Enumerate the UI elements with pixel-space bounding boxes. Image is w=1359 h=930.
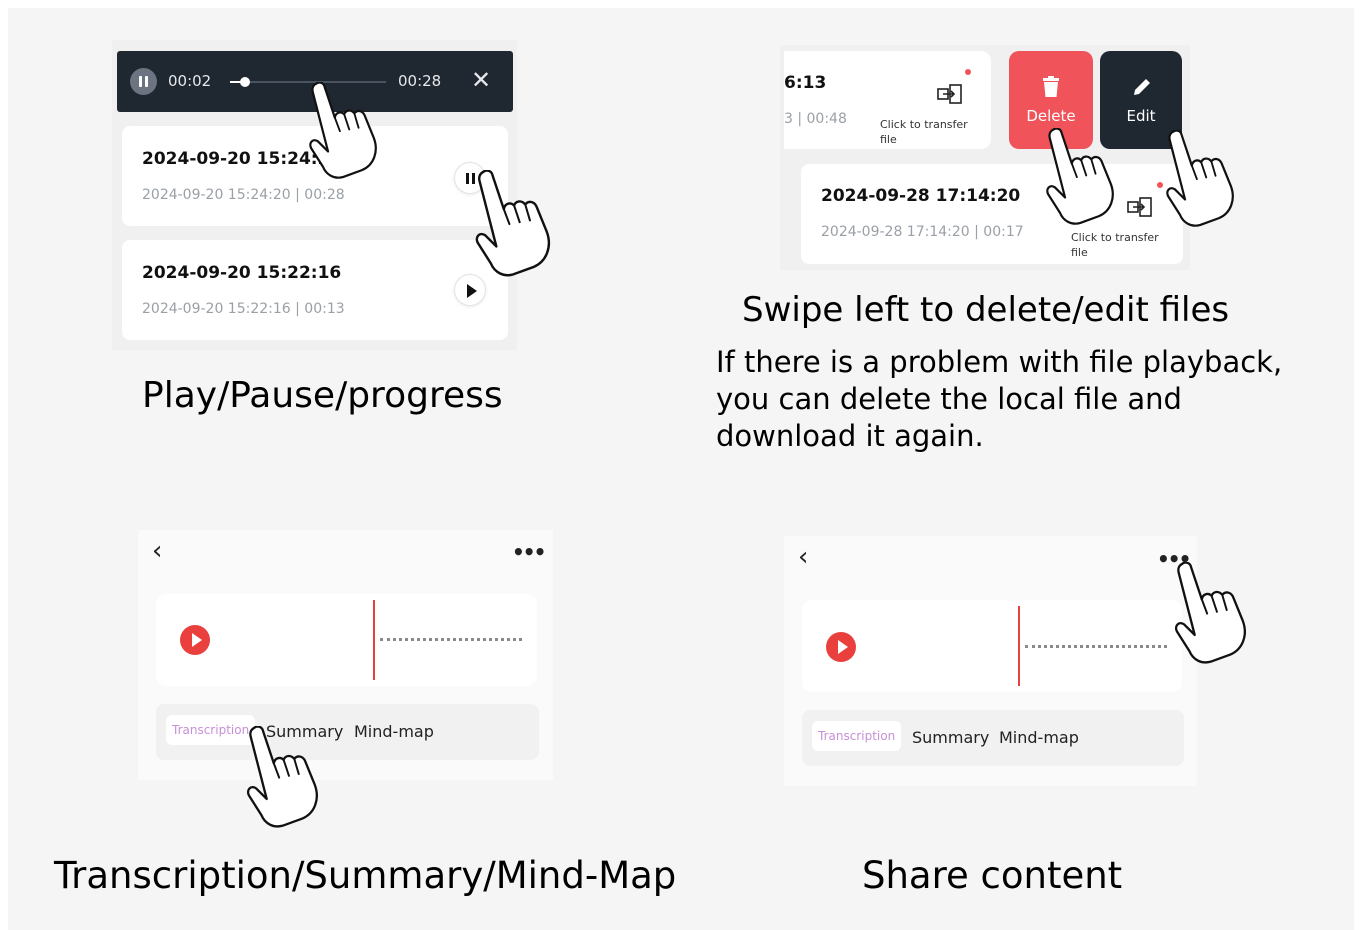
play-icon[interactable] — [826, 632, 856, 662]
play-icon[interactable] — [180, 625, 210, 655]
recording-subtitle: 2024-09-28 17:14:20 | 00:17 — [821, 224, 1024, 240]
recording-item-swiped[interactable]: 6:13 3 | 00:48 Click to transfer file — [784, 51, 991, 149]
recording-item[interactable]: 2024-09-20 15:22:16 2024-09-20 15:22:16 … — [122, 240, 508, 340]
pause-icon[interactable] — [130, 68, 157, 95]
edit-label: Edit — [1126, 107, 1156, 125]
close-icon[interactable]: ✕ — [471, 66, 491, 94]
tab-bar: Transcription Summary Mind-map — [802, 710, 1184, 766]
caption-swipe: Swipe left to delete/edit files — [742, 290, 1230, 330]
transfer-hint-line2: file — [880, 133, 897, 146]
transfer-hint: Click to transfer — [1071, 231, 1159, 244]
waveform-card — [802, 600, 1182, 692]
recording-title: 2024-09-20 15:22:16 — [142, 263, 342, 283]
unread-dot — [965, 69, 971, 75]
caption-share: Share content — [862, 854, 1123, 897]
waveform-card — [156, 594, 537, 686]
tab-mind-map[interactable]: Mind-map — [354, 722, 434, 741]
tab-transcription[interactable]: Transcription — [812, 721, 902, 751]
pencil-icon — [1134, 79, 1150, 95]
trash-icon — [1043, 76, 1059, 97]
recording-title: 2024-09-28 17:14:20 — [821, 186, 1021, 206]
transfer-hint-line2: file — [1071, 246, 1088, 259]
progress-knob[interactable] — [240, 77, 250, 87]
player-total-time: 00:28 — [398, 72, 442, 90]
pointing-hand-icon — [1174, 562, 1246, 664]
transfer-hint: Click to transfer — [880, 118, 968, 131]
delete-label: Delete — [1026, 107, 1076, 125]
player-current-time: 00:02 — [168, 72, 212, 90]
back-chevron-icon[interactable]: ‹ — [152, 538, 162, 564]
pointing-hand-icon — [1166, 130, 1234, 227]
caption-playback: Play/Pause/progress — [142, 375, 503, 416]
transfer-icon[interactable] — [937, 83, 963, 105]
caption-description-line2: you can delete the local file and — [716, 382, 1182, 416]
pointing-hand-icon — [475, 170, 551, 277]
recording-title: 6:13 — [784, 73, 827, 93]
caption-tabs: Transcription/Summary/Mind-Map — [54, 854, 677, 897]
waveform — [1025, 645, 1167, 648]
recording-subtitle: 2024-09-20 15:22:16 | 00:13 — [142, 301, 345, 317]
playhead[interactable] — [1018, 606, 1020, 686]
caption-description-line1: If there is a problem with file playback… — [716, 345, 1283, 379]
tab-mind-map[interactable]: Mind-map — [999, 728, 1079, 747]
caption-description-line3: download it again. — [716, 419, 984, 453]
back-chevron-icon[interactable]: ‹ — [798, 544, 808, 570]
waveform — [380, 638, 522, 641]
pointing-hand-icon — [246, 726, 318, 828]
recording-subtitle: 2024-09-20 15:24:20 | 00:28 — [142, 187, 345, 203]
recording-subtitle: 3 | 00:48 — [784, 111, 847, 127]
pointing-hand-icon — [1046, 128, 1114, 225]
more-icon[interactable]: ••• — [512, 542, 546, 562]
playhead[interactable] — [373, 600, 375, 680]
tab-bar: Transcription Summary Mind-map — [156, 704, 539, 760]
tab-summary[interactable]: Summary — [912, 728, 989, 747]
pointing-hand-icon — [309, 82, 377, 179]
